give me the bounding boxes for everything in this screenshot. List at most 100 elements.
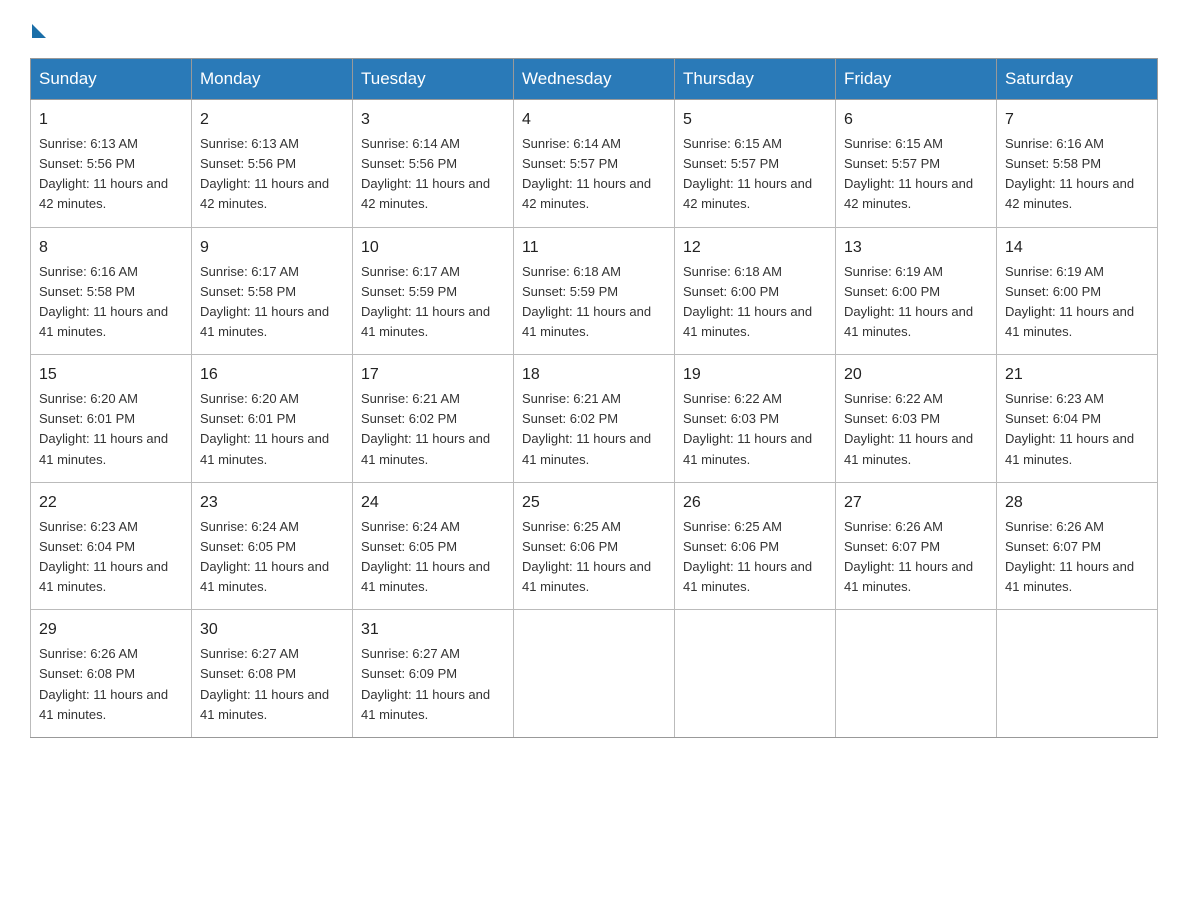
- day-info: Sunrise: 6:21 AMSunset: 6:02 PMDaylight:…: [361, 389, 505, 470]
- day-info: Sunrise: 6:17 AMSunset: 5:59 PMDaylight:…: [361, 262, 505, 343]
- day-number: 1: [39, 108, 183, 132]
- calendar-day-cell: 8 Sunrise: 6:16 AMSunset: 5:58 PMDayligh…: [31, 227, 192, 355]
- day-info: Sunrise: 6:16 AMSunset: 5:58 PMDaylight:…: [1005, 134, 1149, 215]
- day-number: 24: [361, 491, 505, 515]
- calendar-header-row: SundayMondayTuesdayWednesdayThursdayFrid…: [31, 59, 1158, 100]
- calendar-day-cell: 25 Sunrise: 6:25 AMSunset: 6:06 PMDaylig…: [514, 482, 675, 610]
- calendar-day-cell: 18 Sunrise: 6:21 AMSunset: 6:02 PMDaylig…: [514, 355, 675, 483]
- calendar-day-cell: [675, 610, 836, 738]
- day-info: Sunrise: 6:22 AMSunset: 6:03 PMDaylight:…: [844, 389, 988, 470]
- calendar-day-cell: 6 Sunrise: 6:15 AMSunset: 5:57 PMDayligh…: [836, 100, 997, 228]
- calendar-header-tuesday: Tuesday: [353, 59, 514, 100]
- calendar-week-row: 22 Sunrise: 6:23 AMSunset: 6:04 PMDaylig…: [31, 482, 1158, 610]
- day-info: Sunrise: 6:24 AMSunset: 6:05 PMDaylight:…: [200, 517, 344, 598]
- calendar-day-cell: 30 Sunrise: 6:27 AMSunset: 6:08 PMDaylig…: [192, 610, 353, 738]
- calendar-day-cell: 29 Sunrise: 6:26 AMSunset: 6:08 PMDaylig…: [31, 610, 192, 738]
- calendar-day-cell: 28 Sunrise: 6:26 AMSunset: 6:07 PMDaylig…: [997, 482, 1158, 610]
- day-info: Sunrise: 6:17 AMSunset: 5:58 PMDaylight:…: [200, 262, 344, 343]
- day-info: Sunrise: 6:19 AMSunset: 6:00 PMDaylight:…: [844, 262, 988, 343]
- day-number: 27: [844, 491, 988, 515]
- calendar-day-cell: 23 Sunrise: 6:24 AMSunset: 6:05 PMDaylig…: [192, 482, 353, 610]
- day-info: Sunrise: 6:15 AMSunset: 5:57 PMDaylight:…: [844, 134, 988, 215]
- calendar-day-cell: 19 Sunrise: 6:22 AMSunset: 6:03 PMDaylig…: [675, 355, 836, 483]
- day-info: Sunrise: 6:25 AMSunset: 6:06 PMDaylight:…: [522, 517, 666, 598]
- calendar-day-cell: 24 Sunrise: 6:24 AMSunset: 6:05 PMDaylig…: [353, 482, 514, 610]
- day-info: Sunrise: 6:27 AMSunset: 6:08 PMDaylight:…: [200, 644, 344, 725]
- day-number: 15: [39, 363, 183, 387]
- calendar-day-cell: 14 Sunrise: 6:19 AMSunset: 6:00 PMDaylig…: [997, 227, 1158, 355]
- calendar-header-sunday: Sunday: [31, 59, 192, 100]
- day-info: Sunrise: 6:14 AMSunset: 5:57 PMDaylight:…: [522, 134, 666, 215]
- day-info: Sunrise: 6:21 AMSunset: 6:02 PMDaylight:…: [522, 389, 666, 470]
- day-number: 11: [522, 236, 666, 260]
- day-info: Sunrise: 6:18 AMSunset: 5:59 PMDaylight:…: [522, 262, 666, 343]
- calendar-header-friday: Friday: [836, 59, 997, 100]
- calendar-day-cell: 17 Sunrise: 6:21 AMSunset: 6:02 PMDaylig…: [353, 355, 514, 483]
- day-info: Sunrise: 6:15 AMSunset: 5:57 PMDaylight:…: [683, 134, 827, 215]
- calendar-day-cell: 9 Sunrise: 6:17 AMSunset: 5:58 PMDayligh…: [192, 227, 353, 355]
- day-info: Sunrise: 6:20 AMSunset: 6:01 PMDaylight:…: [200, 389, 344, 470]
- day-info: Sunrise: 6:25 AMSunset: 6:06 PMDaylight:…: [683, 517, 827, 598]
- calendar-day-cell: 10 Sunrise: 6:17 AMSunset: 5:59 PMDaylig…: [353, 227, 514, 355]
- day-number: 31: [361, 618, 505, 642]
- calendar-day-cell: 21 Sunrise: 6:23 AMSunset: 6:04 PMDaylig…: [997, 355, 1158, 483]
- calendar-day-cell: 20 Sunrise: 6:22 AMSunset: 6:03 PMDaylig…: [836, 355, 997, 483]
- day-number: 28: [1005, 491, 1149, 515]
- calendar-day-cell: 3 Sunrise: 6:14 AMSunset: 5:56 PMDayligh…: [353, 100, 514, 228]
- calendar-header-thursday: Thursday: [675, 59, 836, 100]
- calendar-day-cell: 12 Sunrise: 6:18 AMSunset: 6:00 PMDaylig…: [675, 227, 836, 355]
- day-number: 17: [361, 363, 505, 387]
- day-number: 20: [844, 363, 988, 387]
- day-number: 9: [200, 236, 344, 260]
- calendar-day-cell: [836, 610, 997, 738]
- day-info: Sunrise: 6:26 AMSunset: 6:07 PMDaylight:…: [844, 517, 988, 598]
- day-info: Sunrise: 6:18 AMSunset: 6:00 PMDaylight:…: [683, 262, 827, 343]
- calendar-day-cell: 1 Sunrise: 6:13 AMSunset: 5:56 PMDayligh…: [31, 100, 192, 228]
- day-info: Sunrise: 6:20 AMSunset: 6:01 PMDaylight:…: [39, 389, 183, 470]
- day-number: 12: [683, 236, 827, 260]
- calendar-day-cell: 7 Sunrise: 6:16 AMSunset: 5:58 PMDayligh…: [997, 100, 1158, 228]
- calendar-day-cell: [514, 610, 675, 738]
- page-header: [30, 20, 1158, 38]
- calendar-week-row: 15 Sunrise: 6:20 AMSunset: 6:01 PMDaylig…: [31, 355, 1158, 483]
- calendar-header-saturday: Saturday: [997, 59, 1158, 100]
- day-info: Sunrise: 6:24 AMSunset: 6:05 PMDaylight:…: [361, 517, 505, 598]
- calendar-day-cell: 13 Sunrise: 6:19 AMSunset: 6:00 PMDaylig…: [836, 227, 997, 355]
- day-number: 3: [361, 108, 505, 132]
- day-number: 16: [200, 363, 344, 387]
- day-number: 10: [361, 236, 505, 260]
- day-number: 22: [39, 491, 183, 515]
- calendar-table: SundayMondayTuesdayWednesdayThursdayFrid…: [30, 58, 1158, 738]
- day-number: 18: [522, 363, 666, 387]
- calendar-day-cell: 26 Sunrise: 6:25 AMSunset: 6:06 PMDaylig…: [675, 482, 836, 610]
- day-info: Sunrise: 6:16 AMSunset: 5:58 PMDaylight:…: [39, 262, 183, 343]
- calendar-day-cell: 31 Sunrise: 6:27 AMSunset: 6:09 PMDaylig…: [353, 610, 514, 738]
- day-number: 2: [200, 108, 344, 132]
- day-number: 23: [200, 491, 344, 515]
- day-number: 25: [522, 491, 666, 515]
- day-number: 6: [844, 108, 988, 132]
- day-number: 5: [683, 108, 827, 132]
- day-info: Sunrise: 6:27 AMSunset: 6:09 PMDaylight:…: [361, 644, 505, 725]
- calendar-day-cell: 22 Sunrise: 6:23 AMSunset: 6:04 PMDaylig…: [31, 482, 192, 610]
- day-number: 29: [39, 618, 183, 642]
- day-number: 30: [200, 618, 344, 642]
- day-info: Sunrise: 6:14 AMSunset: 5:56 PMDaylight:…: [361, 134, 505, 215]
- day-info: Sunrise: 6:13 AMSunset: 5:56 PMDaylight:…: [39, 134, 183, 215]
- calendar-day-cell: 16 Sunrise: 6:20 AMSunset: 6:01 PMDaylig…: [192, 355, 353, 483]
- day-number: 8: [39, 236, 183, 260]
- calendar-week-row: 29 Sunrise: 6:26 AMSunset: 6:08 PMDaylig…: [31, 610, 1158, 738]
- day-number: 21: [1005, 363, 1149, 387]
- calendar-day-cell: 5 Sunrise: 6:15 AMSunset: 5:57 PMDayligh…: [675, 100, 836, 228]
- day-number: 14: [1005, 236, 1149, 260]
- calendar-week-row: 8 Sunrise: 6:16 AMSunset: 5:58 PMDayligh…: [31, 227, 1158, 355]
- day-info: Sunrise: 6:22 AMSunset: 6:03 PMDaylight:…: [683, 389, 827, 470]
- logo-arrow-icon: [32, 24, 46, 38]
- logo: [30, 20, 46, 38]
- day-info: Sunrise: 6:13 AMSunset: 5:56 PMDaylight:…: [200, 134, 344, 215]
- day-info: Sunrise: 6:23 AMSunset: 6:04 PMDaylight:…: [1005, 389, 1149, 470]
- calendar-day-cell: [997, 610, 1158, 738]
- day-number: 26: [683, 491, 827, 515]
- calendar-day-cell: 11 Sunrise: 6:18 AMSunset: 5:59 PMDaylig…: [514, 227, 675, 355]
- day-number: 7: [1005, 108, 1149, 132]
